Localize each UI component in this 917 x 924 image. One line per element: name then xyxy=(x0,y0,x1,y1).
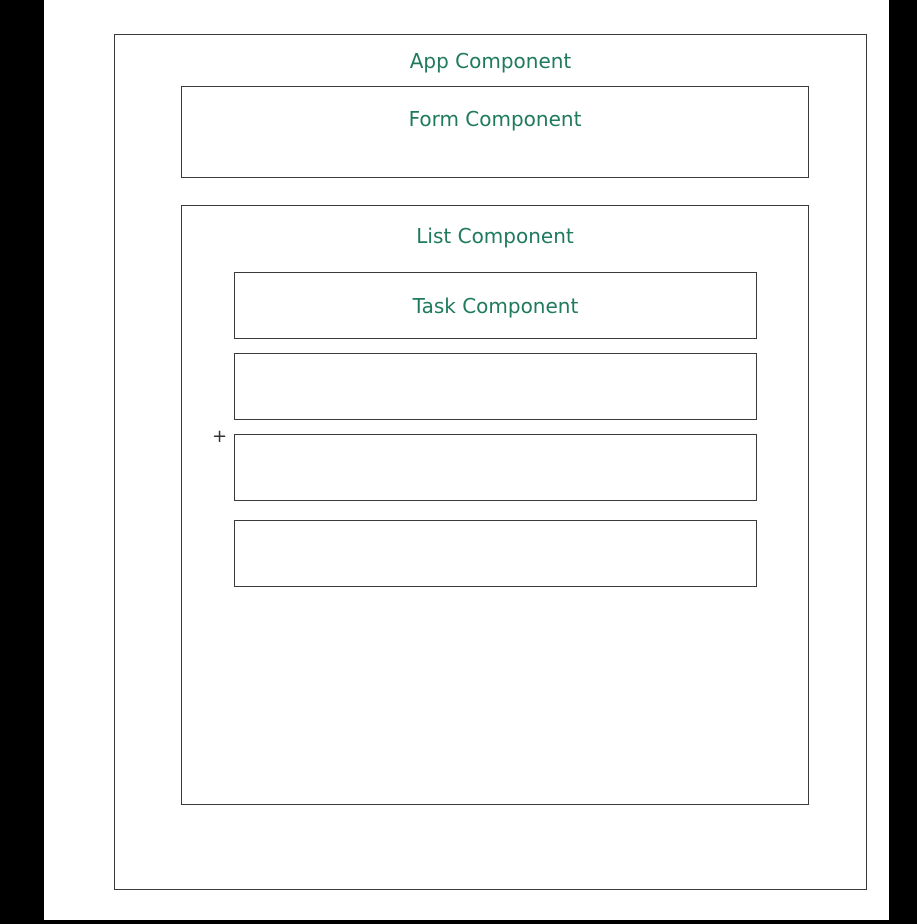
task-component-box xyxy=(234,520,757,587)
task-component-box xyxy=(234,434,757,501)
task-component-label: Task Component xyxy=(412,294,579,318)
diagram-canvas: App Component Form Component List Compon… xyxy=(44,0,889,920)
form-component-box: Form Component xyxy=(181,86,809,178)
list-component-label: List Component xyxy=(416,224,574,248)
app-component-label: App Component xyxy=(409,49,572,73)
task-component-box: Task Component xyxy=(234,272,757,339)
crosshair-cursor-icon: + xyxy=(212,426,228,447)
form-component-label: Form Component xyxy=(408,107,582,131)
task-component-box xyxy=(234,353,757,420)
